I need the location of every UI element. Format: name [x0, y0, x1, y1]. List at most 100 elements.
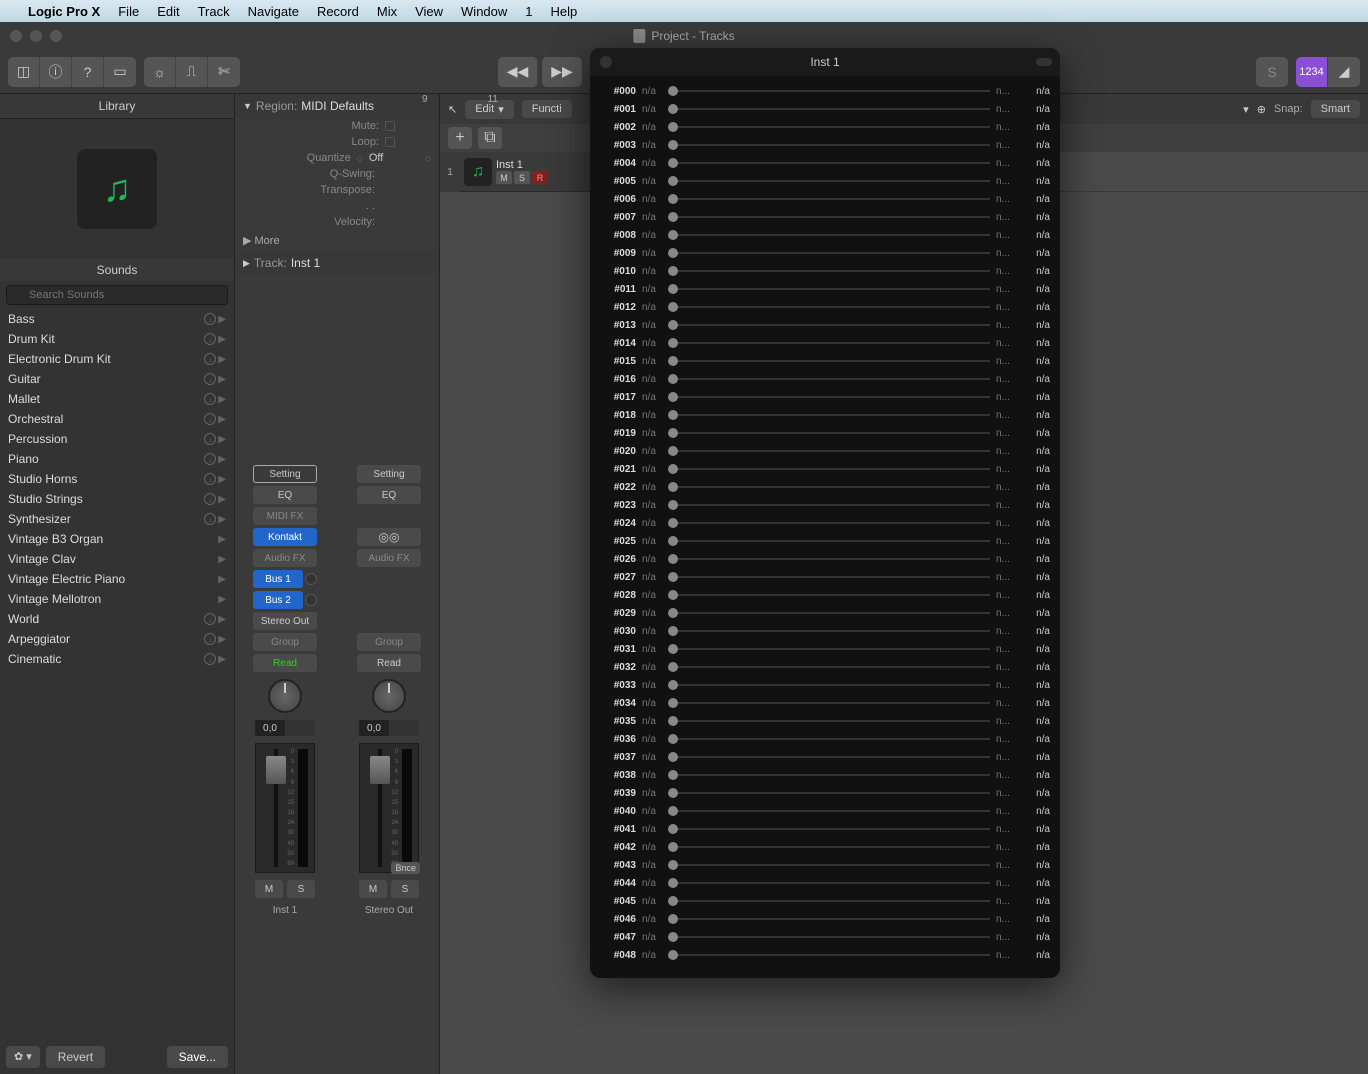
mute-checkbox[interactable]	[385, 121, 395, 131]
slider-thumb[interactable]	[668, 752, 678, 762]
menu-window[interactable]: Window	[461, 4, 507, 19]
cc-slider[interactable]	[668, 828, 990, 830]
midifx-slot[interactable]: MIDI FX	[253, 507, 317, 525]
audiofx-slot[interactable]: Audio FX	[253, 549, 317, 567]
download-icon[interactable]: ↓	[204, 373, 216, 385]
sound-category-item[interactable]: Synthesizer↓▶	[0, 509, 234, 529]
slider-thumb[interactable]	[668, 230, 678, 240]
sound-category-item[interactable]: Vintage Mellotron▶	[0, 589, 234, 609]
region-inspector-header[interactable]: ▼ Region: MIDI Defaults	[235, 94, 439, 118]
toolbar-toggle-button[interactable]: ▭	[104, 57, 136, 87]
slider-thumb[interactable]	[668, 716, 678, 726]
pan-knob[interactable]	[372, 679, 406, 713]
slider-thumb[interactable]	[668, 176, 678, 186]
slider-thumb[interactable]	[668, 608, 678, 618]
slider-thumb[interactable]	[668, 464, 678, 474]
add-track-button[interactable]: +	[448, 127, 472, 149]
menu-navigate[interactable]: Navigate	[248, 4, 299, 19]
solo-button[interactable]: S	[287, 880, 315, 898]
download-icon[interactable]: ↓	[204, 453, 216, 465]
slider-thumb[interactable]	[668, 248, 678, 258]
cc-slider[interactable]	[668, 540, 990, 542]
track-icon[interactable]: ♫	[464, 158, 492, 186]
download-icon[interactable]: ↓	[204, 333, 216, 345]
slider-thumb[interactable]	[668, 122, 678, 132]
minimize-window-button[interactable]	[30, 30, 42, 42]
slider-thumb[interactable]	[668, 140, 678, 150]
cc-slider[interactable]	[668, 792, 990, 794]
quick-help-button[interactable]: ?	[72, 57, 104, 87]
save-button[interactable]: Save...	[167, 1046, 228, 1068]
cc-slider[interactable]	[668, 702, 990, 704]
cc-slider[interactable]	[668, 234, 990, 236]
slider-thumb[interactable]	[668, 932, 678, 942]
slider-thumb[interactable]	[668, 446, 678, 456]
download-icon[interactable]: ↓	[204, 633, 216, 645]
forward-button[interactable]: ▶▶	[542, 57, 582, 87]
cc-slider[interactable]	[668, 252, 990, 254]
sound-category-item[interactable]: Drum Kit↓▶	[0, 329, 234, 349]
pan-value[interactable]: 0,0	[359, 720, 389, 736]
snap-value[interactable]: Smart	[1311, 100, 1360, 118]
cc-slider[interactable]	[668, 810, 990, 812]
output-slot[interactable]: Stereo Out	[253, 612, 317, 630]
cc-slider[interactable]	[668, 306, 990, 308]
cc-slider[interactable]	[668, 504, 990, 506]
mixer-button[interactable]: ⎍	[176, 57, 208, 87]
slider-thumb[interactable]	[668, 914, 678, 924]
cc-slider[interactable]	[668, 144, 990, 146]
slider-thumb[interactable]	[668, 644, 678, 654]
sound-category-item[interactable]: Piano↓▶	[0, 449, 234, 469]
sound-category-item[interactable]: Percussion↓▶	[0, 429, 234, 449]
slider-thumb[interactable]	[668, 338, 678, 348]
download-icon[interactable]: ↓	[204, 433, 216, 445]
cc-slider[interactable]	[668, 270, 990, 272]
cc-slider[interactable]	[668, 126, 990, 128]
cc-slider[interactable]	[668, 486, 990, 488]
cc-slider[interactable]	[668, 594, 990, 596]
slider-thumb[interactable]	[668, 770, 678, 780]
menu-mix[interactable]: Mix	[377, 4, 397, 19]
track-inspector-header[interactable]: ▶ Track: Inst 1	[235, 251, 439, 275]
cc-slider[interactable]	[668, 954, 990, 956]
zoom-window-button[interactable]	[50, 30, 62, 42]
slider-thumb[interactable]	[668, 626, 678, 636]
solo-mode-button[interactable]: S	[1256, 57, 1288, 87]
solo-button[interactable]: S	[391, 880, 419, 898]
cc-slider[interactable]	[668, 432, 990, 434]
library-toggle-button[interactable]: ◫	[8, 57, 40, 87]
instrument-slot[interactable]: Kontakt	[253, 528, 317, 546]
cc-slider[interactable]	[668, 576, 990, 578]
cc-slider[interactable]	[668, 180, 990, 182]
sound-category-item[interactable]: Bass↓▶	[0, 309, 234, 329]
cc-slider[interactable]	[668, 162, 990, 164]
cc-slider[interactable]	[668, 882, 990, 884]
plugin-window-titlebar[interactable]: Inst 1	[590, 48, 1060, 76]
functions-menu[interactable]: Functi	[522, 100, 572, 118]
menu-track[interactable]: Track	[198, 4, 230, 19]
track-mute-button[interactable]: M	[496, 171, 512, 184]
slider-thumb[interactable]	[668, 410, 678, 420]
cc-slider[interactable]	[668, 414, 990, 416]
slider-thumb[interactable]	[668, 500, 678, 510]
cc-slider[interactable]	[668, 900, 990, 902]
cc-slider[interactable]	[668, 216, 990, 218]
eq-slot[interactable]: EQ	[253, 486, 317, 504]
download-icon[interactable]: ↓	[204, 413, 216, 425]
cc-slider[interactable]	[668, 936, 990, 938]
app-name[interactable]: Logic Pro X	[28, 4, 100, 19]
download-icon[interactable]: ↓	[204, 493, 216, 505]
resize-handle-icon[interactable]	[1036, 58, 1052, 66]
menu-1[interactable]: 1	[525, 4, 532, 19]
cc-slider[interactable]	[668, 108, 990, 110]
cc-slider[interactable]	[668, 918, 990, 920]
cc-slider[interactable]	[668, 738, 990, 740]
slider-thumb[interactable]	[668, 824, 678, 834]
sound-category-item[interactable]: Orchestral↓▶	[0, 409, 234, 429]
library-actions-button[interactable]: ✿ ▾	[6, 1046, 40, 1068]
slider-thumb[interactable]	[668, 698, 678, 708]
sound-category-item[interactable]: Electronic Drum Kit↓▶	[0, 349, 234, 369]
slider-thumb[interactable]	[668, 158, 678, 168]
sound-category-item[interactable]: World↓▶	[0, 609, 234, 629]
revert-button[interactable]: Revert	[46, 1046, 105, 1068]
